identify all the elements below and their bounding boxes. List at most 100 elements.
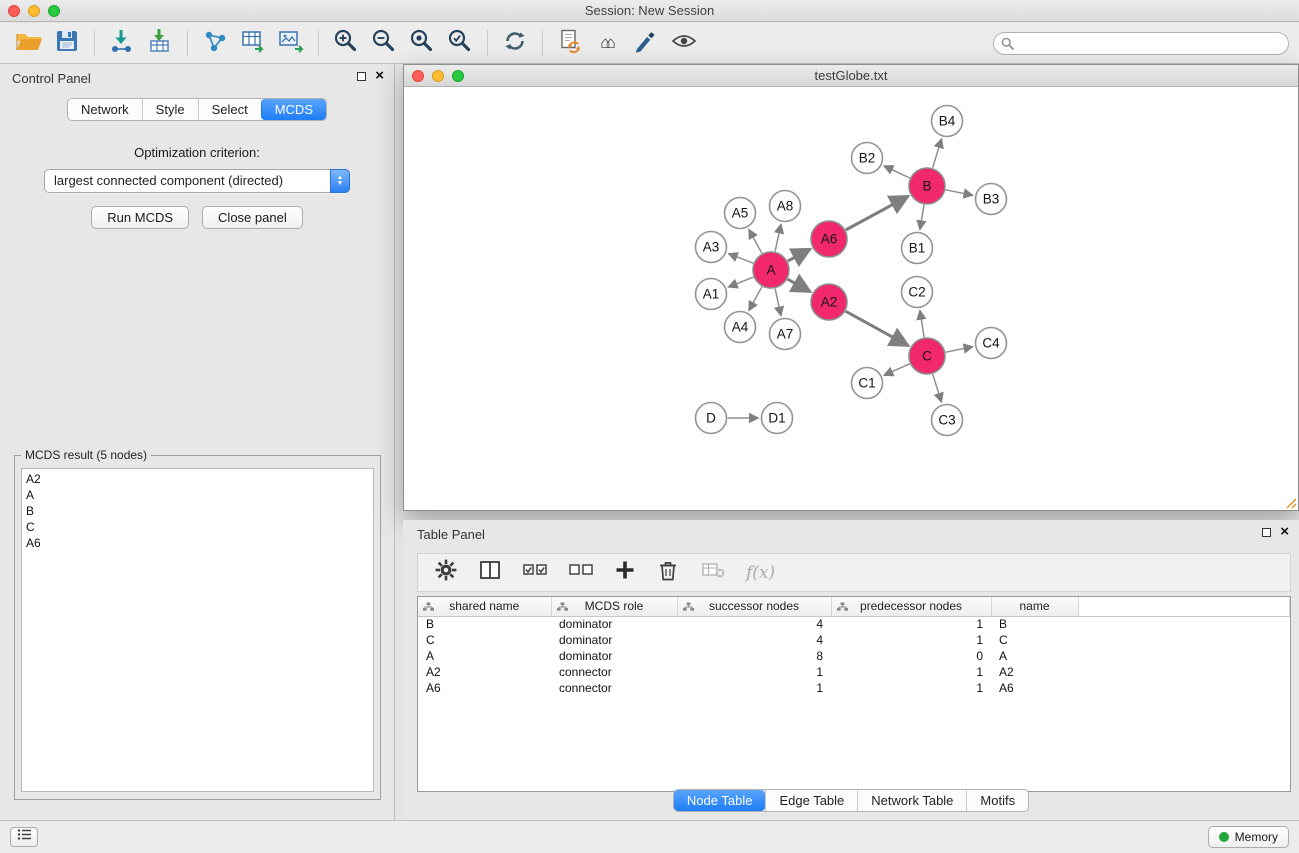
network-node[interactable]: A2 bbox=[811, 284, 847, 320]
network-edge[interactable] bbox=[728, 277, 753, 287]
create-column-button[interactable] bbox=[614, 559, 636, 586]
network-edge[interactable] bbox=[920, 310, 924, 337]
network-node[interactable]: B1 bbox=[902, 233, 933, 264]
update-network-from-document-button[interactable] bbox=[551, 26, 589, 60]
column-header-name[interactable]: name bbox=[991, 597, 1078, 616]
network-node[interactable]: B bbox=[909, 168, 945, 204]
tab-network-table[interactable]: Network Table bbox=[857, 790, 966, 811]
network-edge[interactable] bbox=[775, 224, 781, 251]
network-node[interactable]: B3 bbox=[976, 184, 1007, 215]
mcds-result-item[interactable]: A bbox=[26, 487, 369, 503]
network-node[interactable]: A7 bbox=[770, 319, 801, 350]
network-edge[interactable] bbox=[775, 289, 781, 316]
network-node[interactable]: C bbox=[909, 338, 945, 374]
table-settings-button[interactable] bbox=[434, 558, 458, 587]
network-node[interactable]: A bbox=[753, 252, 789, 288]
float-panel-icon[interactable] bbox=[357, 72, 366, 81]
home-button[interactable]: ⌂⌂ bbox=[589, 26, 627, 60]
network-node[interactable]: C4 bbox=[976, 328, 1007, 359]
network-node[interactable]: A3 bbox=[696, 232, 727, 263]
run-mcds-button[interactable]: Run MCDS bbox=[91, 206, 189, 229]
tab-node-table[interactable]: Node Table bbox=[674, 790, 766, 811]
network-node[interactable]: A8 bbox=[770, 191, 801, 222]
mcds-result-item[interactable]: B bbox=[26, 503, 369, 519]
table-row[interactable]: Cdominator41C bbox=[418, 632, 1290, 648]
network-zoom-button[interactable] bbox=[452, 70, 464, 82]
network-edge[interactable] bbox=[933, 374, 942, 402]
open-session-button[interactable] bbox=[10, 26, 48, 60]
close-panel-button[interactable]: Close panel bbox=[202, 206, 303, 229]
network-node[interactable]: A1 bbox=[696, 279, 727, 310]
criterion-dropdown[interactable]: largest connected component (directed) ▲… bbox=[44, 169, 350, 193]
table-row[interactable]: A2connector11A2 bbox=[418, 664, 1290, 680]
network-node[interactable]: C3 bbox=[932, 405, 963, 436]
network-window-titlebar[interactable]: testGlobe.txt bbox=[404, 65, 1298, 87]
network-node[interactable]: D bbox=[696, 403, 727, 434]
zoom-fit-button[interactable] bbox=[403, 26, 441, 60]
network-node[interactable]: A6 bbox=[811, 221, 847, 257]
save-session-button[interactable] bbox=[48, 26, 86, 60]
minimize-window-button[interactable] bbox=[28, 5, 40, 17]
tab-motifs[interactable]: Motifs bbox=[966, 790, 1028, 811]
network-edge[interactable] bbox=[946, 190, 973, 196]
network-edge[interactable] bbox=[749, 287, 762, 311]
new-network-button[interactable] bbox=[196, 26, 234, 60]
network-edge[interactable] bbox=[788, 249, 811, 261]
column-header-predecessor-nodes[interactable]: predecessor nodes bbox=[831, 597, 991, 616]
task-history-button[interactable] bbox=[10, 827, 38, 847]
network-edge[interactable] bbox=[846, 311, 909, 346]
network-node[interactable]: B4 bbox=[932, 106, 963, 137]
show-column-button[interactable] bbox=[478, 559, 502, 586]
unselect-all-columns-button[interactable] bbox=[568, 560, 594, 585]
network-minimize-button[interactable] bbox=[432, 70, 444, 82]
tab-network[interactable]: Network bbox=[68, 99, 142, 120]
network-edge[interactable] bbox=[946, 347, 973, 353]
delete-table-button[interactable] bbox=[700, 559, 726, 586]
mcds-result-item[interactable]: A6 bbox=[26, 535, 369, 551]
import-table-from-file-button[interactable] bbox=[141, 26, 179, 60]
function-builder-button[interactable]: f(x) bbox=[746, 563, 775, 583]
style-brush-button[interactable] bbox=[627, 26, 665, 60]
memory-button[interactable]: Memory bbox=[1208, 826, 1289, 848]
network-edge[interactable] bbox=[749, 229, 762, 253]
tab-style[interactable]: Style bbox=[142, 99, 198, 120]
network-node[interactable]: B2 bbox=[852, 143, 883, 174]
column-header-successor-nodes[interactable]: successor nodes bbox=[677, 597, 831, 616]
tab-mcds[interactable]: MCDS bbox=[261, 99, 326, 120]
window-resize-grip[interactable] bbox=[1284, 496, 1297, 509]
network-edge[interactable] bbox=[884, 364, 910, 376]
close-window-button[interactable] bbox=[8, 5, 20, 17]
network-edge[interactable] bbox=[846, 196, 909, 230]
tab-select[interactable]: Select bbox=[198, 99, 261, 120]
refresh-layout-button[interactable] bbox=[496, 26, 534, 60]
zoom-selected-button[interactable] bbox=[441, 26, 479, 60]
close-panel-icon[interactable]: × bbox=[375, 70, 384, 82]
network-edge[interactable] bbox=[933, 139, 942, 168]
network-node[interactable]: A4 bbox=[725, 312, 756, 343]
zoom-in-button[interactable] bbox=[327, 26, 365, 60]
search-input[interactable] bbox=[993, 32, 1289, 55]
float-panel-icon[interactable] bbox=[1262, 528, 1271, 537]
network-node[interactable]: A5 bbox=[725, 198, 756, 229]
mcds-result-list[interactable]: A2ABCA6 bbox=[21, 468, 374, 792]
tab-edge-table[interactable]: Edge Table bbox=[765, 790, 857, 811]
network-close-button[interactable] bbox=[412, 70, 424, 82]
table-row[interactable]: A6connector11A6 bbox=[418, 680, 1290, 696]
table-row[interactable]: Adominator80A bbox=[418, 648, 1290, 664]
column-header-mcds-role[interactable]: MCDS role bbox=[551, 597, 677, 616]
column-header-shared-name[interactable]: shared name bbox=[418, 597, 551, 616]
mcds-result-item[interactable]: C bbox=[26, 519, 369, 535]
network-node[interactable]: D1 bbox=[762, 403, 793, 434]
export-image-button[interactable] bbox=[272, 26, 310, 60]
zoom-window-button[interactable] bbox=[48, 5, 60, 17]
network-edge[interactable] bbox=[884, 166, 910, 178]
import-network-from-file-button[interactable] bbox=[103, 26, 141, 60]
network-edge[interactable] bbox=[920, 205, 924, 230]
mcds-result-item[interactable]: A2 bbox=[26, 471, 369, 487]
new-table-from-network-button[interactable] bbox=[234, 26, 272, 60]
table-row[interactable]: Bdominator41B bbox=[418, 616, 1290, 632]
network-edge[interactable] bbox=[788, 279, 811, 292]
network-node[interactable]: C1 bbox=[852, 368, 883, 399]
network-node[interactable]: C2 bbox=[902, 277, 933, 308]
show-hide-button[interactable] bbox=[665, 26, 703, 60]
